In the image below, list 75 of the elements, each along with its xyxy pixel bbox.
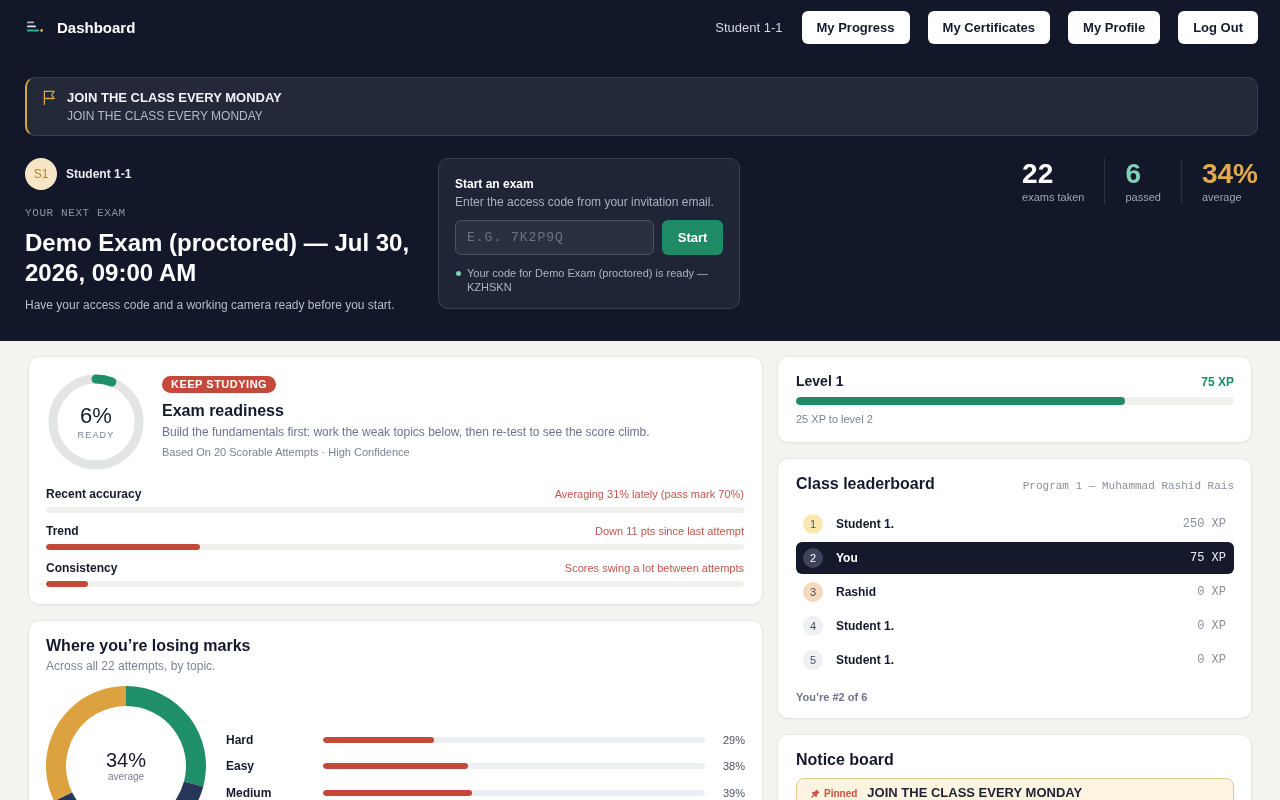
xp-note: 25 XP to level 2	[796, 412, 874, 426]
card-subtitle: Across all 22 attempts, by topic.	[46, 658, 217, 674]
stat-label: exams taken	[1022, 190, 1085, 204]
nav-button[interactable]: My Progress	[801, 10, 910, 44]
pin-icon	[811, 788, 820, 798]
topic-percent: 29%	[721, 733, 745, 746]
metric-note: Averaging 31% lately (pass mark 70%)	[554, 487, 744, 502]
stat-label: passed	[1125, 190, 1161, 204]
readiness-meta: Based On 20 Scorable Attempts · High Confidence	[162, 445, 410, 459]
avatar: S1	[25, 158, 57, 190]
card-title: Where you’re losing marks	[46, 636, 252, 656]
stat-value: 6	[1125, 158, 1143, 190]
readiness-caption: READY	[77, 430, 115, 440]
metric-note: Down 11 pts since last attempt	[595, 524, 744, 539]
readiness-percent: 6%	[80, 404, 112, 428]
announcement-title: JOIN THE CLASS EVERY MONDAY	[67, 88, 282, 107]
xp-value: 250 XP	[1182, 517, 1226, 531]
app-title: Dashboard	[57, 18, 136, 36]
readiness-title: Exam readiness	[162, 401, 284, 421]
section-label: YOUR NEXT EXAM	[25, 206, 127, 220]
topic-percent: 39%	[721, 786, 745, 799]
level-title: Level 1	[796, 372, 844, 390]
notice-item[interactable]: Pinned JOIN THE CLASS EVERY MONDAY	[796, 778, 1234, 800]
pinned-label: Pinned	[824, 787, 858, 799]
student-name: Rashid	[836, 585, 876, 599]
nav-button[interactable]: My Certificates	[927, 10, 1051, 44]
topic-percent: 38%	[721, 760, 745, 772]
leaderboard-subtitle: Program 1 — Muhammad Rashid Rais	[1022, 480, 1234, 492]
metric-note: Scores swing a lot between attempts	[564, 561, 744, 576]
student-name: Student 1-1	[66, 167, 132, 181]
exam-note: Have your access code and a working camera ready before you start.	[25, 297, 396, 313]
topic-label: Easy	[226, 759, 256, 773]
stat-value: 22	[1022, 158, 1055, 190]
stat-label: average	[1201, 190, 1243, 204]
status-dot-icon	[456, 271, 461, 276]
xp-value: 0 XP	[1197, 619, 1226, 633]
student-name: Student 1.	[836, 653, 894, 667]
exam-title: Demo Exam (proctored) — Jul 30, 2026, 09:00 AM	[25, 228, 411, 288]
donut-value: 34%	[106, 749, 146, 771]
xp-value: 75 XP	[1190, 551, 1226, 565]
notice-title: JOIN THE CLASS EVERY MONDAY	[867, 785, 1083, 800]
xp-value: 0 XP	[1197, 653, 1226, 667]
rank-badge: 2	[803, 548, 823, 568]
rank-summary: You’re #2 of 6	[796, 690, 869, 704]
flag-icon	[43, 90, 56, 105]
card-description: Enter the access code from your invitation email.	[455, 194, 715, 210]
card-title: Notice board	[796, 750, 895, 770]
card-title: Start an exam	[455, 176, 535, 192]
card-title: Class leaderboard	[796, 474, 935, 494]
rank-badge: 3	[803, 582, 823, 602]
logo-icon	[27, 21, 43, 33]
rank-badge: 4	[803, 616, 823, 636]
readiness-description: Build the fundamentals first: work the weak topics below, then re-test to see the score climb.	[162, 424, 650, 440]
status-badge: KEEP STUDYING	[162, 376, 277, 393]
metric-label: Recent accuracy	[46, 486, 142, 502]
topic-label: Medium	[226, 785, 273, 800]
student-name: Student 1.	[836, 517, 894, 531]
nav-button[interactable]: My Profile	[1068, 10, 1161, 44]
user-name: Student 1-1	[715, 19, 783, 35]
start-button[interactable]: Start	[662, 220, 723, 255]
stat-value: 34%	[1201, 158, 1258, 190]
metric-label: Trend	[46, 523, 79, 539]
nav-button[interactable]: Log Out	[1178, 10, 1258, 44]
rank-badge: 5	[803, 650, 823, 670]
xp-total: 75 XP	[1201, 375, 1234, 389]
access-code-field[interactable]: E.G. 7K2P9Q	[455, 220, 655, 255]
donut-caption: average	[107, 771, 145, 783]
rank-badge: 1	[803, 514, 823, 534]
announcement-text: JOIN THE CLASS EVERY MONDAY	[67, 107, 264, 125]
student-name: You	[836, 551, 858, 565]
topic-label: Hard	[226, 732, 255, 747]
metric-label: Consistency	[46, 560, 118, 576]
status-message: Your code for Demo Exam (proctored) is ready — KZHSKN	[467, 266, 710, 294]
xp-value: 0 XP	[1197, 585, 1226, 599]
student-name: Student 1.	[836, 619, 894, 633]
